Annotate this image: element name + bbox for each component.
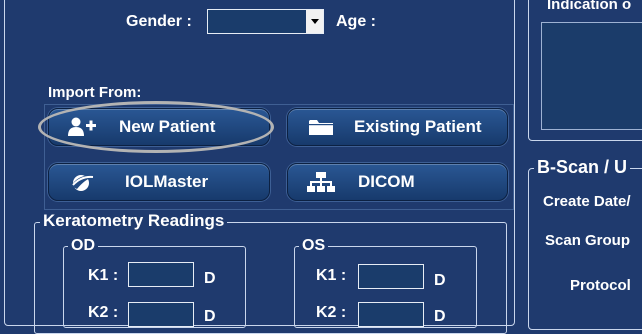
bscan-title: B-Scan / U xyxy=(534,157,631,178)
protocol-label: Protocol xyxy=(570,277,631,294)
os-k1-input[interactable] xyxy=(358,264,424,289)
keratometry-title: Keratometry Readings xyxy=(40,211,228,231)
dropdown-arrow[interactable] xyxy=(306,10,323,33)
gender-value xyxy=(208,10,306,33)
os-k2-label: K2 : xyxy=(316,304,347,321)
highlight-ellipse xyxy=(38,101,274,153)
od-k1-input[interactable] xyxy=(128,262,194,287)
od-title: OD xyxy=(68,237,98,255)
import-from-label: Import From: xyxy=(48,84,142,101)
iolmaster-icon xyxy=(67,170,97,194)
network-icon xyxy=(306,170,336,194)
iolmaster-label: IOLMaster xyxy=(125,172,209,191)
existing-patient-button[interactable]: Existing Patient xyxy=(287,108,508,146)
od-k2-label: K2 : xyxy=(88,304,119,321)
folder-icon xyxy=(306,115,336,139)
create-date-label: Create Date/ xyxy=(543,193,631,210)
os-title: OS xyxy=(299,237,329,255)
iolmaster-button[interactable]: IOLMaster xyxy=(48,163,270,201)
gender-label: Gender : xyxy=(126,13,192,30)
existing-patient-label: Existing Patient xyxy=(354,117,482,136)
os-k2-unit: D xyxy=(434,308,446,325)
dicom-button[interactable]: DICOM xyxy=(287,163,508,201)
os-k1-unit: D xyxy=(434,272,446,289)
od-k2-unit: D xyxy=(204,308,216,325)
indication-label: Indication o xyxy=(545,0,634,13)
os-k1-label: K1 : xyxy=(316,267,347,284)
os-k2-input[interactable] xyxy=(358,302,424,327)
gender-select[interactable] xyxy=(207,9,324,34)
od-k1-unit: D xyxy=(204,270,216,287)
age-label: Age : xyxy=(336,13,376,30)
od-k1-label: K1 : xyxy=(88,267,119,284)
indication-textarea[interactable] xyxy=(541,22,642,130)
scan-group-label: Scan Group xyxy=(545,232,631,249)
chevron-down-icon xyxy=(310,19,319,24)
od-k2-input[interactable] xyxy=(128,302,194,327)
dicom-label: DICOM xyxy=(358,172,415,191)
